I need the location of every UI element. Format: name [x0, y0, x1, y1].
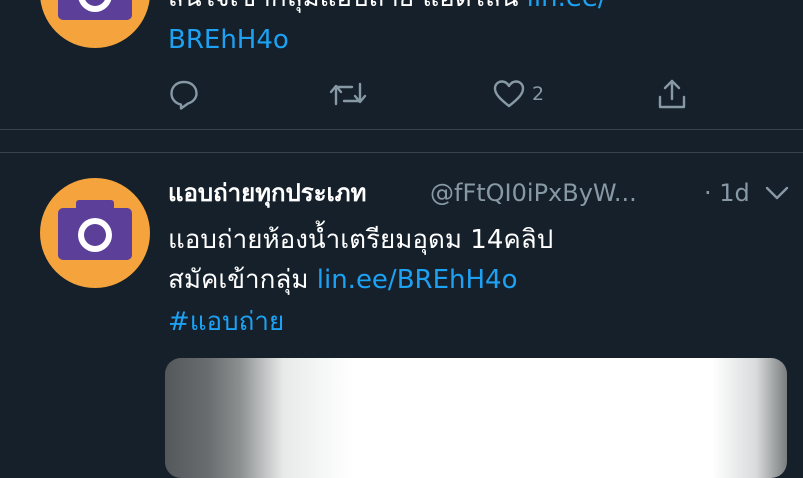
tweet-link[interactable]: lin.ee/BREhH4o	[317, 265, 518, 295]
camera-icon	[58, 0, 132, 20]
camera-icon	[58, 200, 132, 260]
tweet-text: สนใจเข้ากลุ่มแอบถ่าย แอดไลน์ lin.ee/	[168, 0, 607, 14]
like-count: 2	[532, 83, 545, 105]
separator: ·	[704, 179, 712, 207]
hashtag-link[interactable]: #แอบถ่าย	[168, 306, 284, 338]
tweet-divider	[0, 152, 803, 153]
share-icon	[658, 79, 686, 109]
reply-button[interactable]	[168, 74, 200, 114]
avatar[interactable]	[40, 178, 150, 288]
tweet-link-continued[interactable]: BREhH4o	[168, 24, 289, 56]
reply-icon	[170, 80, 198, 110]
display-name[interactable]: แอบถ่ายทุกประเภท	[168, 174, 366, 212]
retweet-button[interactable]	[328, 74, 368, 114]
like-button[interactable]: 2	[492, 74, 544, 114]
tweet-text-line: แอบถ่ายห้องน้ำเตรียมอุดม 14คลิป	[168, 225, 554, 255]
chevron-down-icon[interactable]	[764, 182, 790, 204]
retweet-icon	[329, 82, 367, 106]
tweet-link[interactable]: lin.ee/	[527, 0, 607, 13]
tweet-header: แอบถ่ายทุกประเภท @fFtQI0iPxByW... · 1d	[168, 174, 798, 212]
tweet-media[interactable]	[165, 358, 787, 478]
timestamp-value: 1d	[719, 179, 750, 207]
tweet-divider	[0, 129, 803, 130]
timestamp[interactable]: · 1d	[704, 174, 750, 212]
user-handle[interactable]: @fFtQI0iPxByW...	[430, 174, 637, 212]
tweet-text-line: สมัคเข้ากลุ่ม lin.ee/BREhH4o	[168, 264, 518, 296]
avatar[interactable]	[40, 0, 150, 48]
share-button[interactable]	[656, 74, 688, 114]
tweet-actions: 2	[160, 74, 760, 114]
tweet-text: สมัคเข้ากลุ่ม	[168, 265, 309, 295]
heart-icon	[493, 80, 525, 108]
tweet-text-line: สนใจเข้ากลุ่มแอบถ่าย แอดไลน์	[168, 0, 518, 13]
